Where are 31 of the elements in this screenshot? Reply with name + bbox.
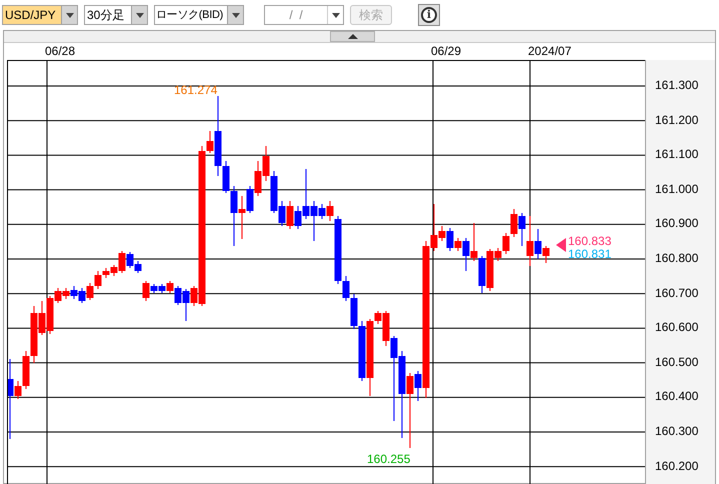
date-label: 06/29 [431, 44, 462, 58]
date-label: 2024/07 [528, 44, 572, 58]
date-field[interactable]: / / [264, 5, 344, 25]
price-axis-label: 161.200 [655, 112, 698, 127]
info-button[interactable]: i [418, 4, 440, 26]
dropdown-caret-icon [66, 12, 74, 18]
dropdown-caret-icon [232, 12, 240, 18]
bid-price-label: 160.833 [568, 235, 612, 248]
low-price-label: 160.255 [367, 453, 410, 466]
collapse-toggle-button[interactable] [330, 31, 375, 42]
price-axis-label: 161.300 [655, 78, 698, 92]
price-marker-icon [556, 238, 566, 252]
price-axis-label: 160.800 [655, 251, 698, 265]
price-axis-label: 160.200 [655, 458, 698, 473]
dropdown-caret-icon [332, 12, 340, 18]
price-axis-label: 160.600 [655, 320, 698, 334]
timeframe-select[interactable]: 30分足 [84, 5, 148, 25]
price-axis-label: 160.500 [655, 354, 698, 369]
price-axis-label: 160.700 [655, 286, 698, 300]
ask-price-label: 160.831 [568, 248, 612, 261]
price-axis-label: 160.900 [655, 216, 698, 230]
price-axis-label: 160.400 [655, 389, 698, 404]
dropdown-caret-icon [136, 12, 144, 18]
price-axis-label: 161.100 [655, 147, 698, 162]
chart-type-select[interactable]: ローソク(BID) [154, 5, 244, 25]
price-axis-label: 160.300 [655, 424, 698, 438]
date-label: 06/28 [45, 44, 76, 58]
currency-pair-select[interactable]: USD/JPY [2, 5, 78, 25]
high-price-label: 161.274 [174, 84, 218, 97]
up-caret-icon [348, 34, 358, 39]
price-axis-label: 161.000 [655, 182, 698, 196]
